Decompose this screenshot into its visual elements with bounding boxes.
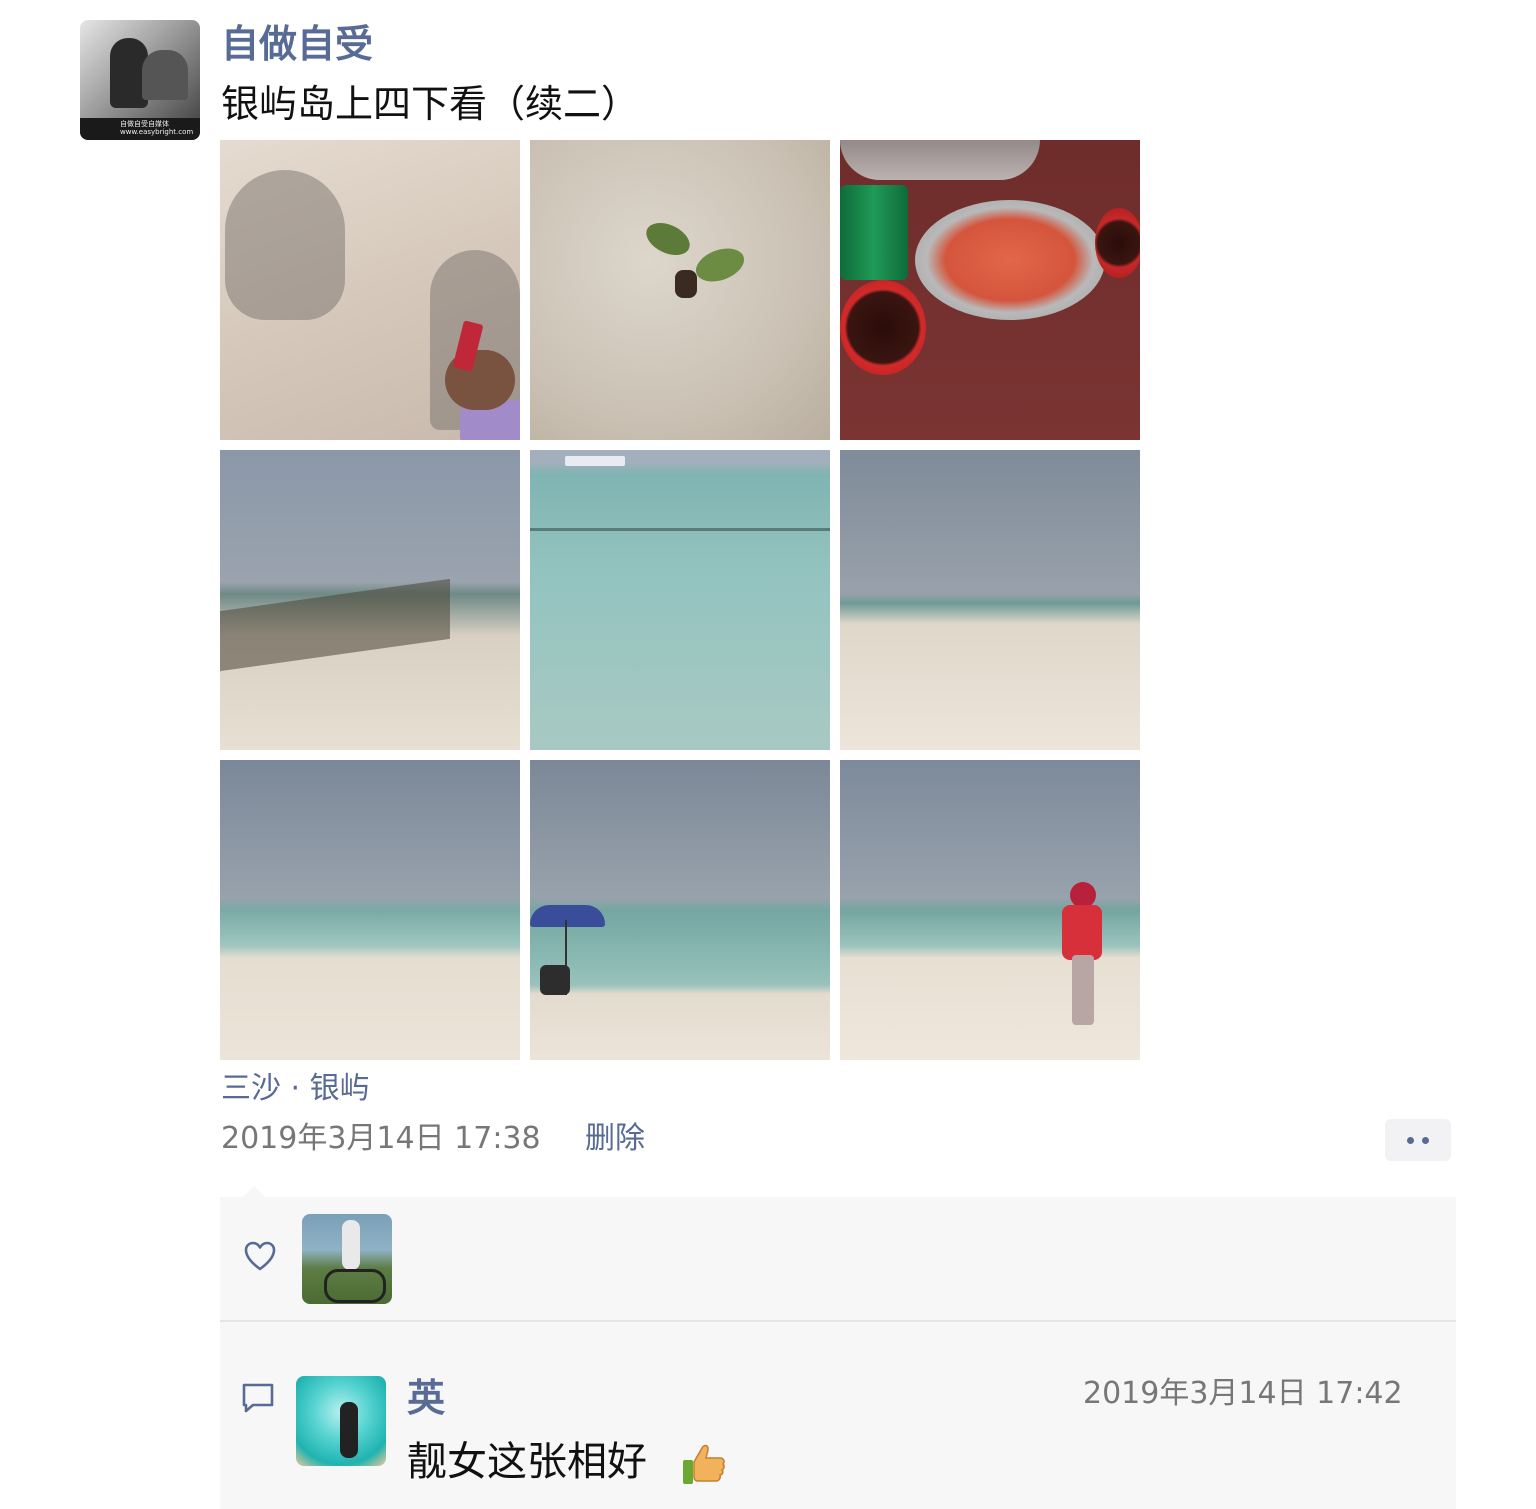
photo-woman-on-beach[interactable] (840, 760, 1140, 1060)
photo-sandbar-beach[interactable] (840, 450, 1140, 750)
heart-icon (244, 1241, 276, 1271)
photo-grid (220, 140, 1140, 1060)
photo-beach-umbrella[interactable] (530, 760, 830, 1060)
author-avatar[interactable]: 自做自受自媒体 www.easybright.com (80, 20, 200, 140)
comment-text[interactable]: 靓女这张相好 (407, 1436, 647, 1488)
photo-beach-horizon[interactable] (220, 760, 520, 1060)
divider (220, 1320, 1456, 1322)
photo-seedling-in-sand[interactable] (530, 140, 830, 440)
photo-beach-with-rocks[interactable] (220, 450, 520, 750)
location-link[interactable]: 三沙 · 银屿 (221, 1069, 370, 1109)
comment-icon (242, 1383, 274, 1413)
likes-comments-panel (220, 1197, 1456, 1509)
liker-avatar[interactable] (302, 1214, 392, 1304)
post-text: 银屿岛上四下看（续二） (221, 82, 640, 126)
comment-time: 2019年3月14日 17:42 (1083, 1376, 1403, 1411)
delete-button[interactable]: 删除 (585, 1119, 645, 1159)
photo-turquoise-sea[interactable] (530, 450, 830, 750)
post-timestamp: 2019年3月14日 17:38 (221, 1121, 541, 1156)
author-name[interactable]: 自做自受 (221, 20, 373, 68)
thumbs-up-icon (683, 1444, 725, 1484)
dot-icon (1407, 1137, 1414, 1144)
commenter-name[interactable]: 英 (407, 1374, 445, 1422)
photo-crab-dinner[interactable] (840, 140, 1140, 440)
more-options-button[interactable] (1385, 1119, 1451, 1161)
avatar-watermark: 自做自受自媒体 www.easybright.com (120, 120, 194, 136)
commenter-avatar[interactable] (296, 1376, 386, 1466)
photo-shadows-on-sand[interactable] (220, 140, 520, 440)
dot-icon (1422, 1137, 1429, 1144)
